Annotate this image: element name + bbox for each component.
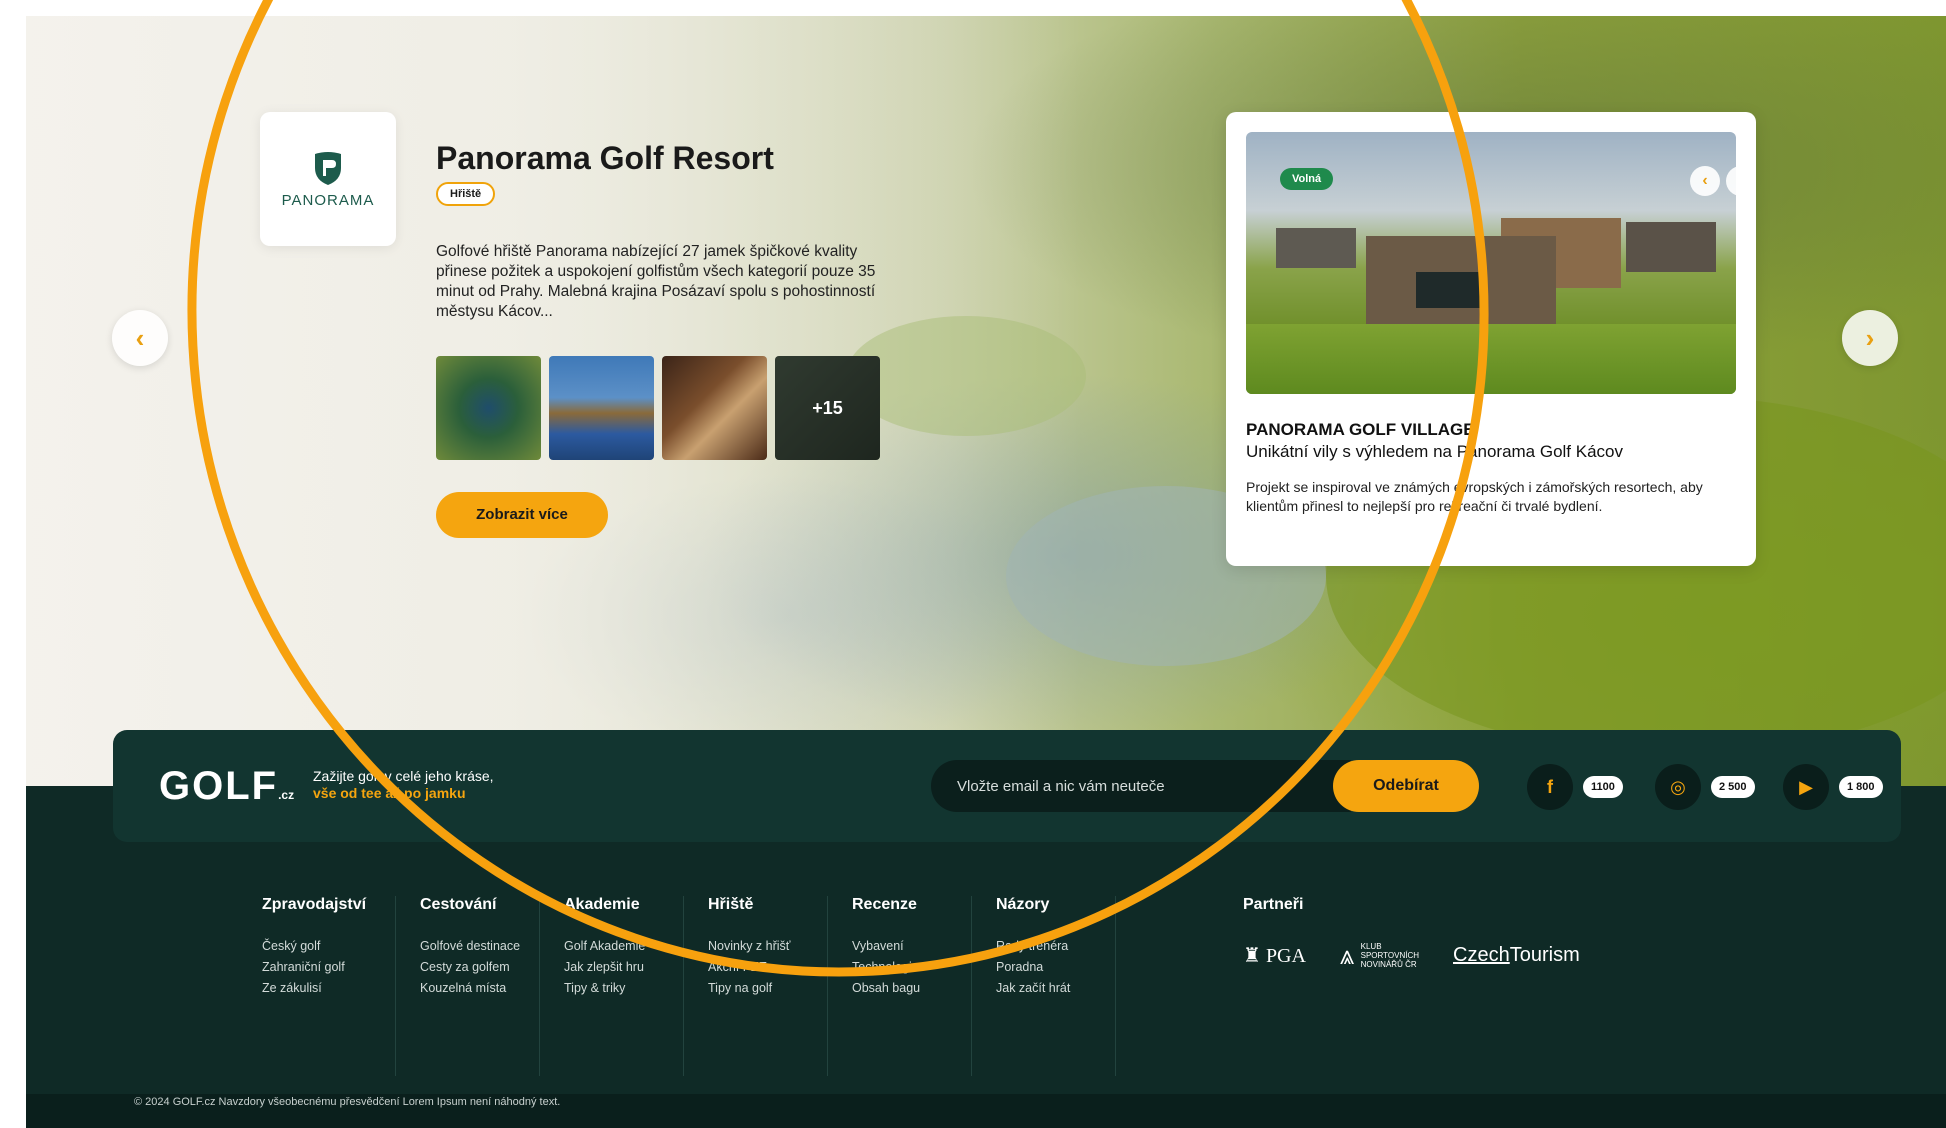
hero-section: ‹ › PANORAMA Panorama Golf Resort Hřiště… [26,16,1946,786]
footer-column-academy: Akademie Golf Akademie Jak zlepšit hru T… [540,896,684,1076]
availability-badge: Volná [1280,168,1334,190]
image-next-button[interactable]: › [1726,166,1736,196]
czechtourism-logo-tourism: Tourism [1509,944,1580,966]
partners-heading: Partneři [1243,896,1304,913]
footer-link[interactable]: Jak zlepšit hru [564,957,683,978]
footer-nav: Zpravodajství Český golf Zahraniční golf… [262,896,1116,1076]
subscribe-button[interactable]: Odebírat [1333,760,1479,812]
resort-category-badge[interactable]: Hřiště [436,182,496,206]
pga-logo[interactable]: ♜ PGA [1243,943,1306,968]
footer-link[interactable]: Cesty za golfem [420,957,539,978]
footer-link[interactable]: Kouzelná místa [420,978,539,999]
gallery-thumbnail-more[interactable]: +15 [775,356,880,460]
footer-link[interactable]: Golf Akademie [564,936,683,957]
footer-link[interactable]: Tipy & triky [564,978,683,999]
chevron-left-icon: ‹ [135,322,145,353]
czechtourism-logo-czech: Czech [1453,944,1510,966]
slider-prev-button[interactable]: ‹ [112,310,168,366]
village-title: PANORAMA GOLF VILLAGE [1246,420,1475,439]
footer-link[interactable]: Golfové destinace [420,936,539,957]
footer-column-head[interactable]: Akademie [564,896,683,914]
footer-column-news: Zpravodajství Český golf Zahraniční golf… [262,896,396,1076]
klub-logo[interactable]: ⩓ KLUB SPORTOVNÍCH NOVINÁŘŮ ČR [1340,942,1419,969]
resort-title[interactable]: Panorama Golf Resort [436,140,774,177]
instagram-icon: ◎ [1655,764,1701,810]
villa-window [1416,272,1486,308]
chevron-left-icon: ‹ [1702,172,1708,189]
facebook-icon: f [1527,764,1573,810]
golf-logo-suffix: .cz [278,788,295,802]
resort-gallery: +15 [436,356,880,460]
czechtourism-logo[interactable]: CzechTourism [1453,944,1580,967]
klub-logo-text: KLUB SPORTOVNÍCH NOVINÁŘŮ ČR [1361,942,1419,969]
youtube-icon: ▶ [1783,764,1829,810]
village-subtitle: Unikátní vily s výhledem na Panorama Gol… [1246,442,1624,461]
footer-link[interactable]: Tipy na golf [708,978,827,999]
lawn [1246,324,1736,394]
partners: Partneři ♜ PGA ⩓ KLUB SPORTOVNÍCH NOVINÁ… [1243,896,1580,969]
villa-shape [1276,228,1356,268]
page: ‹ › PANORAMA Panorama Golf Resort Hřiště… [26,16,1946,1128]
gallery-thumbnail[interactable] [436,356,541,460]
gallery-thumbnail[interactable] [662,356,767,460]
footer-column-travel: Cestování Golfové destinace Cesty za gol… [396,896,540,1076]
footer-link[interactable]: Novinky z hřišť [708,936,827,957]
footer-column-opinions: Názory Rady trenéra Poradna Jak začít hr… [972,896,1116,1076]
klub-logo-icon: ⩓ [1339,940,1355,970]
footer-column-head[interactable]: Cestování [420,896,539,914]
village-description: Projekt se inspiroval ve známých evropsk… [1246,479,1703,514]
gallery-more-count: +15 [775,356,880,460]
shield-icon [315,151,341,185]
footer-link[interactable]: Poradna [996,957,1115,978]
village-image: Volná ‹ › [1246,132,1736,394]
footer-column-head[interactable]: Recenze [852,896,971,914]
footer-link[interactable]: Jak začít hrát [996,978,1115,999]
social-facebook[interactable]: f 1100 [1527,764,1623,810]
image-prev-button[interactable]: ‹ [1690,166,1720,196]
footer-column-courses: Hřiště Novinky z hřišť Akční FEE Tipy na… [684,896,828,1076]
chevron-right-icon: › [1865,322,1875,353]
footer-link[interactable]: Ze zákulisí [262,978,395,999]
footer-column-head[interactable]: Názory [996,896,1115,914]
footer-link[interactable]: Zahraniční golf [262,957,395,978]
klub-line: SPORTOVNÍCH [1360,951,1420,960]
youtube-count: 1 800 [1839,776,1883,798]
facebook-count: 1100 [1583,776,1623,798]
show-more-button[interactable]: Zobrazit více [436,492,608,538]
footer-link[interactable]: Český golf [262,936,395,957]
klub-line: KLUB [1360,942,1382,951]
golf-logo-text: GOLF [159,764,279,808]
slider-next-button[interactable]: › [1842,310,1898,366]
footer-link[interactable]: Vybavení [852,936,971,957]
resort-logo-text: PANORAMA [281,191,375,209]
footer-link[interactable]: Rady trenéra [996,936,1115,957]
villa-shape [1626,222,1716,272]
newsletter-bar: GOLF.cz Zažijte golf v celé jeho kráse, … [113,730,1901,842]
pga-logo-text: PGA [1265,945,1306,967]
klub-line: NOVINÁŘŮ ČR [1360,960,1417,969]
social-youtube[interactable]: ▶ 1 800 [1783,764,1883,810]
footer-link[interactable]: Technologie [852,957,971,978]
instagram-count: 2 500 [1711,776,1755,798]
tagline-accent: vše od tee až po jamku [313,785,466,801]
gallery-thumbnail[interactable] [549,356,654,460]
partner-logos: ♜ PGA ⩓ KLUB SPORTOVNÍCH NOVINÁŘŮ ČR Cze… [1243,942,1580,969]
newsletter-email-input[interactable] [931,760,1351,812]
pga-logo-icon: ♜ [1243,945,1261,967]
resort-logo-card: PANORAMA [260,112,396,246]
resort-description: Golfové hřiště Panorama nabízející 27 ja… [436,243,876,320]
golf-logo[interactable]: GOLF.cz [159,764,294,809]
hero-background-green [846,316,1086,436]
footer-column-head[interactable]: Hřiště [708,896,827,914]
footer-column-head[interactable]: Zpravodajství [262,896,395,914]
tagline: Zažijte golf v celé jeho kráse, vše od t… [313,768,494,802]
footer-link[interactable]: Akční FEE [708,957,827,978]
social-instagram[interactable]: ◎ 2 500 [1655,764,1755,810]
copyright: © 2024 GOLF.cz Navzdory všeobecnému přes… [134,1096,561,1108]
tagline-line: Zažijte golf v celé jeho kráse, [313,768,494,784]
footer-column-reviews: Recenze Vybavení Technologie Obsah bagu [828,896,972,1076]
footer-link[interactable]: Obsah bagu [852,978,971,999]
village-card[interactable]: Volná ‹ › PANORAMA GOLF VILLAGE Unikátní… [1226,112,1756,566]
